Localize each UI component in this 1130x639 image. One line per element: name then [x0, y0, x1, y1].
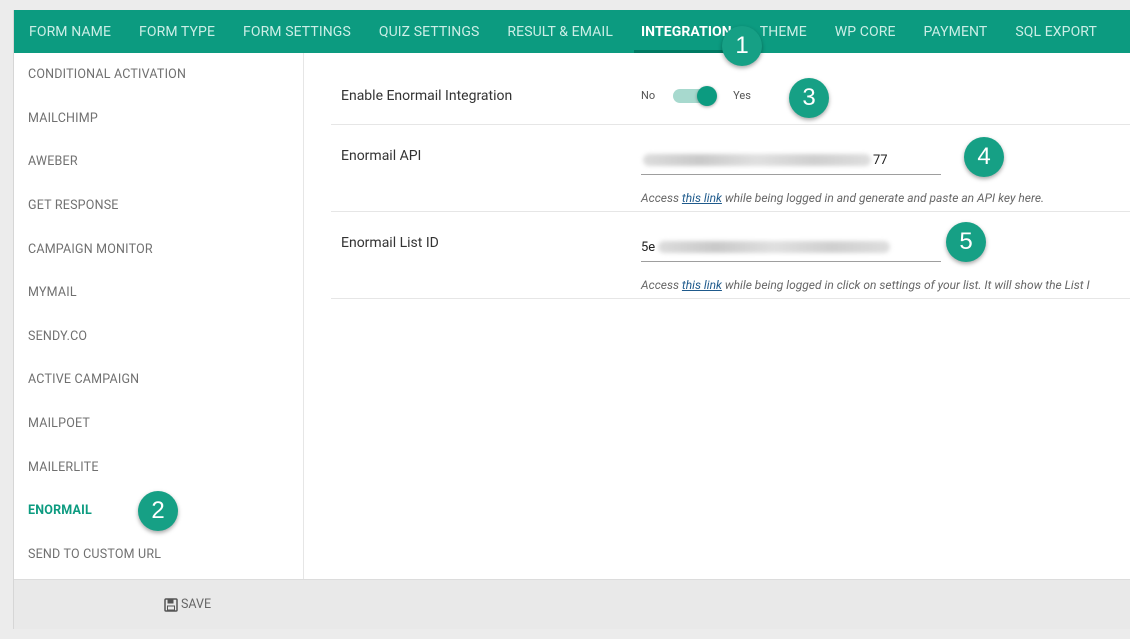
enable-integration-label: Enable Enormail Integration — [341, 88, 513, 104]
sidebar-item-active-campaign[interactable]: ACTIVE CAMPAIGN — [14, 358, 303, 402]
floppy-disk-icon — [164, 597, 178, 612]
sidebar-item-campaign-monitor[interactable]: CAMPAIGN MONITOR — [14, 227, 303, 271]
hint-text-before: Access — [641, 191, 682, 205]
sidebar-item-mymail[interactable]: MYMAIL — [14, 271, 303, 315]
list-id-row: Enormail List ID 5e Access this link whi… — [331, 212, 1130, 299]
toggle-knob[interactable] — [697, 86, 718, 106]
sidebar-item-mailpoet[interactable]: MAILPOET — [14, 402, 303, 446]
enable-integration-row: Enable Enormail Integration No Yes — [331, 53, 1130, 125]
tab-quiz-settings[interactable]: QUIZ SETTINGS — [365, 10, 494, 53]
enable-integration-toggle-group: No Yes — [641, 86, 751, 106]
list-id-input[interactable] — [641, 236, 941, 262]
callout-badge-5: 5 — [946, 222, 986, 262]
list-id-label: Enormail List ID — [341, 235, 439, 251]
tab-form-name[interactable]: FORM NAME — [14, 10, 125, 53]
callout-badge-2: 2 — [138, 491, 178, 531]
api-key-help-link[interactable]: this link — [682, 191, 722, 205]
callout-badge-1: 1 — [722, 26, 762, 66]
sidebar-item-mailerlite[interactable]: MAILERLITE — [14, 445, 303, 489]
settings-panel: Enable Enormail Integration No Yes Enorm… — [331, 53, 1130, 299]
api-key-label: Enormail API — [341, 148, 422, 164]
tab-sql-export[interactable]: SQL EXPORT — [1001, 10, 1111, 53]
tab-payment[interactable]: PAYMENT — [910, 10, 1002, 53]
sidebar-item-aweber[interactable]: AWEBER — [14, 140, 303, 184]
sidebar-item-send-to-custom-url[interactable]: SEND TO CUSTOM URL — [14, 533, 303, 577]
tab-wp-core[interactable]: WP CORE — [821, 10, 910, 53]
footer-bar: SAVE — [14, 579, 1130, 629]
sidebar-item-conditional-activation[interactable]: CONDITIONAL ACTIVATION — [14, 53, 303, 97]
list-id-help-link[interactable]: this link — [682, 278, 722, 292]
api-key-input[interactable] — [641, 149, 941, 175]
list-id-hint: Access this link while being logged in c… — [641, 278, 1090, 292]
sidebar-item-get-response[interactable]: GET RESPONSE — [14, 184, 303, 228]
hint-text-after: while being logged in click on settings … — [721, 278, 1090, 292]
sidebar-item-mailchimp[interactable]: MAILCHIMP — [14, 97, 303, 141]
top-tab-bar: FORM NAME FORM TYPE FORM SETTINGS QUIZ S… — [14, 10, 1130, 53]
form-editor: FORM NAME FORM TYPE FORM SETTINGS QUIZ S… — [13, 10, 1130, 629]
callout-badge-3: 3 — [789, 78, 829, 118]
api-key-row: Enormail API 77 Access this link while b… — [331, 125, 1130, 212]
save-button-label: SAVE — [181, 597, 212, 612]
tab-result-email[interactable]: RESULT & EMAIL — [493, 10, 627, 53]
toggle-off-label: No — [641, 88, 656, 102]
api-key-hint: Access this link while being logged in a… — [641, 191, 1044, 205]
sidebar-item-sendy[interactable]: SENDY.CO — [14, 315, 303, 359]
callout-badge-4: 4 — [964, 137, 1004, 177]
hint-text-after: while being logged in and generate and p… — [721, 191, 1045, 205]
toggle-on-label: Yes — [733, 88, 751, 102]
hint-text-before: Access — [641, 278, 682, 292]
tab-form-type[interactable]: FORM TYPE — [125, 10, 229, 53]
enable-integration-toggle[interactable] — [673, 86, 719, 106]
tab-form-settings[interactable]: FORM SETTINGS — [229, 10, 365, 53]
save-button[interactable]: SAVE — [164, 597, 211, 612]
